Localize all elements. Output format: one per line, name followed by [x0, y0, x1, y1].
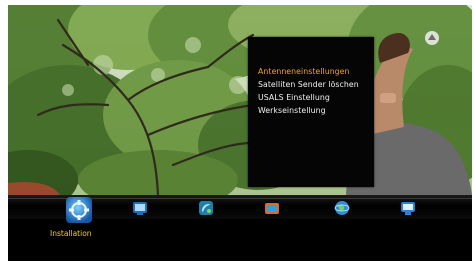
monitor-icon[interactable] [400, 200, 416, 216]
installation-submenu: Antenneneinstellungen Satelliten Sender … [248, 37, 374, 187]
channel-logo-icon [425, 31, 439, 45]
selected-menu-label: Installation [50, 229, 92, 238]
installation-icon[interactable] [64, 195, 94, 225]
tv-icon[interactable] [132, 200, 148, 216]
menu-item-delete-satellite-channels[interactable]: Satelliten Sender löschen [258, 80, 359, 90]
video-background [8, 5, 472, 195]
tv-screen: Antenneneinstellungen Satelliten Sender … [8, 5, 472, 261]
satellite-dish-icon[interactable] [198, 200, 214, 216]
menu-item-factory-reset[interactable]: Werkseinstellung [258, 106, 326, 116]
menu-item-usals-settings[interactable]: USALS Einstellung [258, 93, 330, 103]
folder-icon[interactable] [264, 200, 280, 216]
menu-item-antenna-settings[interactable]: Antenneneinstellungen [258, 67, 350, 77]
globe-icon[interactable] [334, 200, 350, 216]
